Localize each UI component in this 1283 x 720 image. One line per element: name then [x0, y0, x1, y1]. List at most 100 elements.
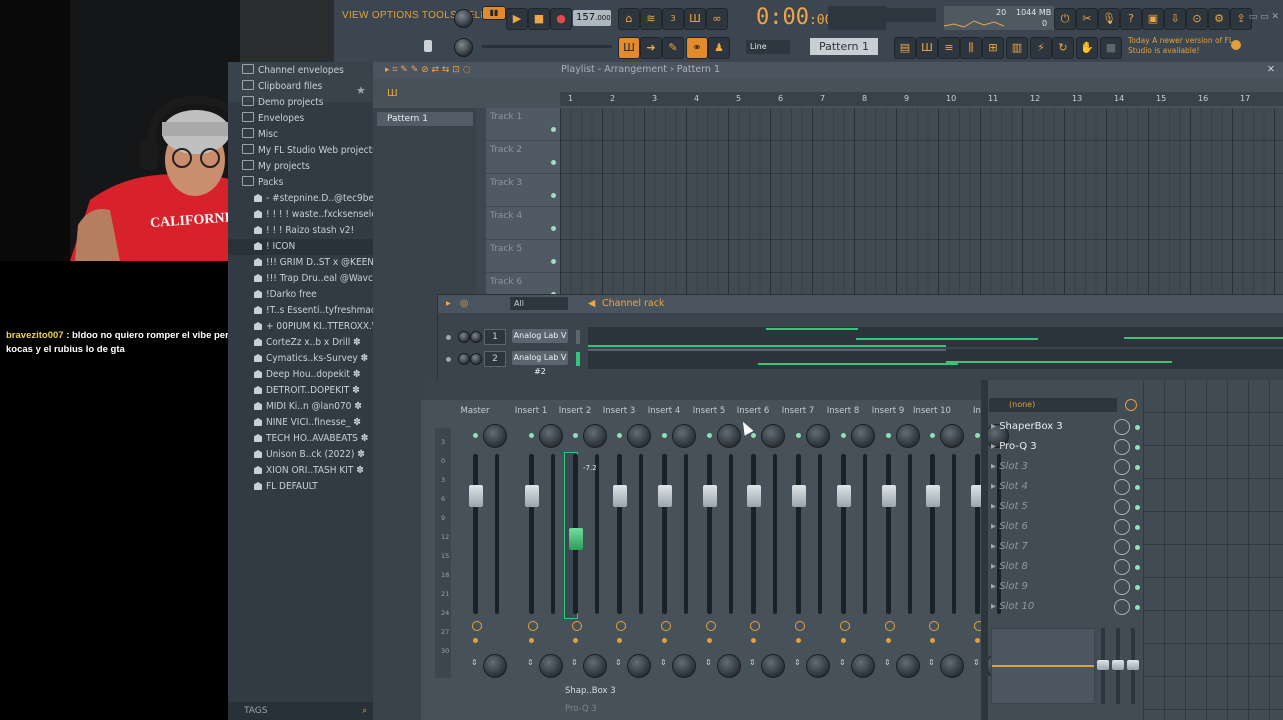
pan-knob[interactable] [806, 424, 830, 448]
plugin-picker-icon[interactable]: ⊞ [982, 37, 1004, 59]
arrow-tool-icon[interactable]: ➜ [640, 37, 662, 59]
channel-number[interactable]: 2 [484, 351, 506, 367]
pan-knob[interactable] [583, 424, 607, 448]
mixer-track-label[interactable]: Insert 7 [776, 406, 820, 416]
preset-select[interactable]: (none) [989, 398, 1117, 412]
volume-fader[interactable] [882, 485, 896, 507]
update-notice[interactable]: Today A newer version of FL Studio is av… [1128, 36, 1238, 60]
track-header[interactable]: Track 3 [486, 174, 560, 207]
insert-fx-slot[interactable]: Pro-Q 3 [565, 704, 597, 714]
eq-display[interactable] [991, 628, 1095, 704]
play-button[interactable]: ▶ [506, 8, 528, 30]
send-knob[interactable] [717, 654, 741, 678]
slot-enable-dot[interactable] [1135, 445, 1140, 450]
mixer-icon[interactable]: ⫼ [960, 37, 982, 59]
pan-knob[interactable] [458, 353, 470, 365]
slot-enable-dot[interactable] [1135, 545, 1140, 550]
browser-pack-item[interactable]: Unison B..ck (2022) ✽ [228, 447, 373, 463]
route-arrows-icon[interactable]: ⇕ [571, 658, 578, 667]
browser-pack-item[interactable]: XION ORI..TASH KIT ✽ [228, 463, 373, 479]
browser-pack-item[interactable]: DETROIT..DOPEKIT ✽ [228, 383, 373, 399]
route-dot[interactable] [573, 638, 578, 643]
channel-row[interactable]: 2 Analog Lab V #2 [438, 349, 1283, 376]
route-dot[interactable] [473, 638, 478, 643]
expand-arrow-icon[interactable]: ▸ [991, 581, 999, 592]
channel-name-button[interactable]: Analog Lab V #2 [512, 351, 568, 376]
effect-slot[interactable]: ▸ Pro-Q 3 [991, 437, 1141, 457]
fader-track[interactable] [796, 454, 801, 614]
fader-track[interactable] [473, 454, 478, 614]
browser-folder-item[interactable]: Channel envelopes [228, 63, 373, 79]
pattern-song-toggle[interactable]: ▮▮ [482, 6, 506, 20]
piano-icon[interactable]: Ш [387, 88, 398, 99]
master-pitch-knob[interactable] [454, 38, 473, 57]
mixer-track-label[interactable]: Insert 3 [597, 406, 641, 416]
volume-fader[interactable] [658, 485, 672, 507]
mixer-settings-icon[interactable] [1125, 399, 1137, 411]
fader-track[interactable] [662, 454, 667, 614]
route-dot[interactable] [751, 638, 756, 643]
stereo-separation-knob[interactable] [528, 621, 538, 631]
browser-pack-item[interactable]: + 00PIUM KI..TTEROXX.WAV [228, 319, 373, 335]
effect-slot[interactable]: ▸ Slot 10 [991, 597, 1141, 617]
browser-pack-item[interactable]: Deep Hou..dopekit ✽ [228, 367, 373, 383]
track-header[interactable]: Track 4 [486, 207, 560, 240]
pan-knob[interactable] [940, 424, 964, 448]
fader-track[interactable] [751, 454, 756, 614]
browser-pack-item[interactable]: !!! Trap Dru..eal @Wavcore [228, 271, 373, 287]
master-volume-knob[interactable] [454, 9, 473, 28]
mute-dot[interactable] [446, 335, 451, 340]
fader-track[interactable] [841, 454, 846, 614]
volume-fader[interactable] [792, 485, 806, 507]
send-knob[interactable] [583, 654, 607, 678]
slot-enable-dot[interactable] [1135, 425, 1140, 430]
send-knob[interactable] [851, 654, 875, 678]
expand-arrow-icon[interactable]: ▸ [991, 441, 999, 452]
browser-folder-item[interactable]: My FL Studio Web projects [228, 143, 373, 159]
track-enable-dot[interactable] [975, 433, 980, 438]
mix-level-knob[interactable] [1114, 539, 1130, 555]
channel-rack-menu-icon[interactable]: ▸ [446, 295, 451, 313]
master-pitch-slider[interactable] [482, 45, 612, 48]
volume-knob[interactable] [470, 331, 482, 343]
volume-fader[interactable] [525, 485, 539, 507]
touch-keyboard-icon[interactable]: ✋ [1076, 37, 1098, 59]
search-icon[interactable]: ⌕ [362, 702, 367, 720]
paint-tool-icon[interactable]: ✎ [662, 37, 684, 59]
route-dot[interactable] [796, 638, 801, 643]
track-enable-dot[interactable] [573, 433, 578, 438]
stereo-separation-knob[interactable] [706, 621, 716, 631]
mix-level-knob[interactable] [1114, 419, 1130, 435]
volume-fader[interactable] [569, 528, 583, 550]
track-enable-dot[interactable] [796, 433, 801, 438]
browser-folder-item[interactable]: Misc [228, 127, 373, 143]
expand-arrow-icon[interactable]: ▸ [991, 601, 999, 612]
pan-knob[interactable] [672, 424, 696, 448]
channel-filter-select[interactable]: All [510, 297, 568, 310]
pan-knob[interactable] [896, 424, 920, 448]
track-enable-dot[interactable] [930, 433, 935, 438]
fader-track[interactable] [529, 454, 534, 614]
stamp-tool-icon[interactable]: ♟ [708, 37, 730, 59]
mix-level-knob[interactable] [1114, 499, 1130, 515]
expand-arrow-icon[interactable]: ▸ [991, 461, 999, 472]
route-arrows-icon[interactable]: ⇕ [973, 658, 980, 667]
send-knob[interactable] [896, 654, 920, 678]
channel-name-button[interactable]: Analog Lab V [512, 329, 568, 343]
send-knob[interactable] [806, 654, 830, 678]
browser-icon[interactable]: ▥ [1006, 37, 1028, 59]
send-knob[interactable] [761, 654, 785, 678]
route-dot[interactable] [662, 638, 667, 643]
mixer-track-label[interactable]: Insert 8 [821, 406, 865, 416]
mixer-track-label[interactable]: Insert 2 [553, 406, 597, 416]
browser-folder-item[interactable]: Demo projects [228, 95, 373, 111]
track-enable-dot[interactable] [751, 433, 756, 438]
channel-select-indicator[interactable] [576, 330, 580, 344]
playlist-timeline[interactable]: 1 2 3 4 5 6 7 8 9 10 11 12 13 14 15 16 17 [560, 92, 1283, 106]
browser-folder-item[interactable]: My projects [228, 159, 373, 175]
mix-level-knob[interactable] [1114, 599, 1130, 615]
fader-track[interactable] [975, 454, 980, 614]
effect-slot[interactable]: ▸ Slot 4 [991, 477, 1141, 497]
route-dot[interactable] [617, 638, 622, 643]
swing-icon[interactable]: ◎ [460, 295, 468, 313]
